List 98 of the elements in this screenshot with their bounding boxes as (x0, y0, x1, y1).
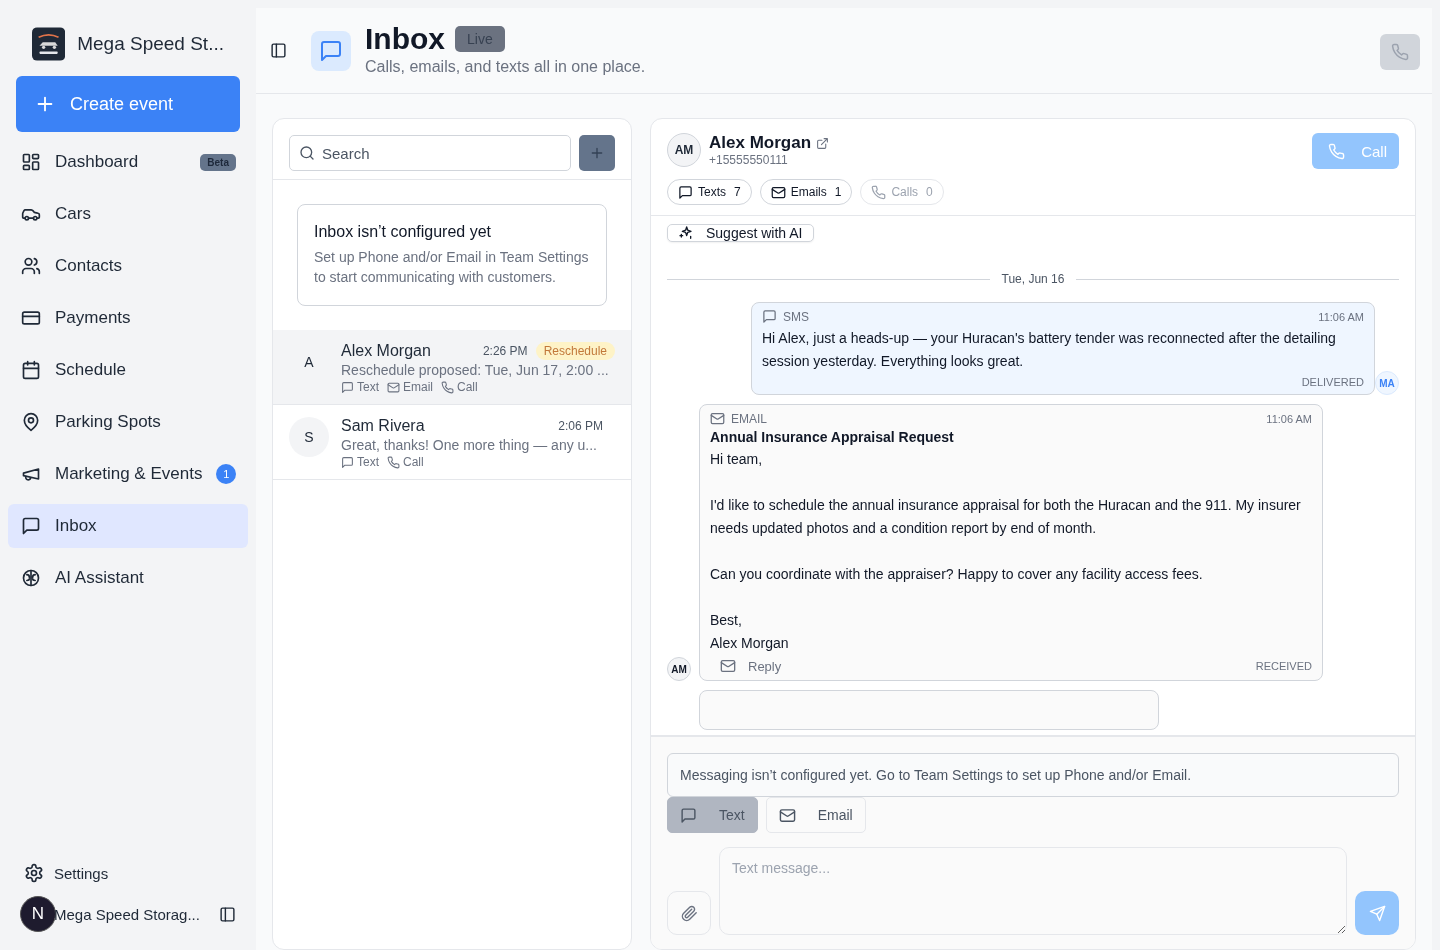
notice-text: Messaging isn’t configured yet. Go to Team Settings to set up Phone and/or Email. (667, 753, 1399, 797)
map-pin-icon (21, 412, 41, 432)
channel-label: Call (403, 455, 424, 469)
nav-item[interactable]: AI Assistant (8, 556, 248, 600)
envelope-icon (710, 411, 725, 426)
add-button[interactable] (579, 135, 615, 171)
search-field[interactable]: Search (289, 135, 571, 171)
nav-item[interactable]: Marketing & Events 1 (8, 452, 248, 496)
chat-bubble-icon (341, 455, 354, 469)
chat-bubble-icon (341, 380, 354, 394)
search-icon (299, 145, 315, 161)
message-preview: Great, thanks! One more thing — any u... (341, 437, 598, 453)
send-icon (1368, 904, 1386, 922)
page-title: Inbox (365, 21, 445, 56)
nav-item[interactable]: Dashboard Beta (8, 140, 248, 184)
calendar-icon (21, 360, 41, 380)
avatar: MA (1375, 371, 1399, 395)
channel-label: Text (357, 380, 379, 394)
suggest-ai-button[interactable]: Suggest with AI (667, 224, 814, 242)
phone-icon (871, 184, 887, 200)
channel-tab[interactable]: Email (765, 797, 866, 833)
logo-icon (32, 24, 66, 64)
chat-bubble-icon (21, 516, 41, 536)
notice-title: Inbox isn’t configured yet (314, 223, 492, 241)
conversation-time: 2:06 PM (558, 419, 603, 433)
paperclip-icon (680, 904, 698, 922)
conversation-time: 2:26 PM (482, 344, 528, 358)
chat-bubble-icon (678, 184, 693, 200)
phone-icon (1328, 142, 1346, 160)
nav-item[interactable]: Payments (8, 296, 248, 340)
beta-tag: Beta (200, 153, 236, 171)
message-field[interactable]: Text message... (719, 847, 1347, 935)
brand-name: Mega Speed St... (77, 33, 224, 55)
message-status: RECEIVED (1255, 660, 1312, 672)
contact-name: Alex Morgan (341, 342, 432, 360)
channel-filter[interactable]: Emails 1 (759, 179, 853, 205)
send-button[interactable] (1355, 891, 1399, 935)
nav-item[interactable]: Contacts (8, 244, 248, 288)
email-subject: Annual Insurance Appraisal Request (710, 429, 955, 445)
channel-label: Email (403, 380, 434, 394)
settings-link[interactable]: Settings (8, 858, 248, 888)
date-divider: Tue, Jun 16 (1001, 272, 1065, 286)
settings-icon (24, 863, 44, 883)
phone-icon (1391, 43, 1409, 61)
email-paragraph: Hi team, (710, 450, 764, 469)
message-status: DELIVERED (1301, 376, 1364, 388)
phone-icon (387, 455, 400, 469)
reply-button[interactable]: Reply (710, 658, 792, 674)
notice-text: Set up Phone and/or Email in Team Settings to start communicating with customers. (314, 248, 590, 287)
account-avatar[interactable]: N (20, 896, 56, 932)
external-link-icon (816, 136, 830, 150)
dashboard-icon (21, 152, 41, 172)
credit-card-icon (21, 308, 41, 328)
status-tag: Reschedule (535, 342, 615, 360)
contact-name: Sam Rivera (341, 417, 426, 435)
envelope-icon (778, 806, 796, 824)
conversation-item[interactable]: S Sam Rivera 2:06 PM Great, thanks! One more thing — any u... Text Call (273, 405, 631, 480)
nav-item[interactable]: Schedule (8, 348, 248, 392)
chat-bubble-icon (762, 309, 777, 324)
envelope-icon (387, 380, 400, 394)
avatar: S (289, 417, 329, 457)
envelope-icon (770, 184, 786, 200)
sidebar-toggle-icon (270, 42, 287, 59)
email-paragraph: I'd like to schedule the annual insurance appraisal for both the Huracan and the 911. My insurer needs updated photos and a condition report by end of month. (710, 496, 1302, 538)
chat-bubble-icon (311, 30, 351, 71)
contact-name: Alex Morgan (709, 133, 812, 153)
email-paragraph: Best, Alex Morgan (710, 611, 790, 653)
notification-count: 1 (216, 464, 236, 484)
phone-number: +15555550111 (709, 153, 789, 167)
message-type: EMAIL (731, 411, 768, 426)
sidebar-toggle-icon (219, 905, 236, 923)
conversation-item[interactable]: A Alex Morgan 2:26 PM Reschedule Reschedule proposed: Tue, Jun 17, 2:00 ... Text Email Call (273, 330, 631, 405)
phone-icon (441, 380, 455, 394)
message-time: 11:06 AM (1318, 310, 1364, 323)
people-icon (21, 256, 41, 276)
envelope-icon (720, 658, 736, 674)
create-event-button[interactable]: Create event (16, 76, 240, 132)
nav-item[interactable]: Inbox (8, 504, 248, 548)
channel-tab[interactable]: Text (667, 797, 758, 833)
nav-item[interactable]: Parking Spots (8, 400, 248, 444)
message-preview: Reschedule proposed: Tue, Jun 17, 2:00 ... (341, 362, 610, 378)
chat-bubble-icon (680, 806, 697, 824)
channel-label: Call (457, 380, 478, 394)
plus-icon (589, 145, 605, 161)
message-text: Hi Alex, just a heads-up — your Huracan's battery tender was reconnected after the detailing session yesterday. Everything looks great. (762, 329, 1337, 371)
message-type: SMS (783, 309, 810, 324)
phone-button[interactable] (1380, 34, 1420, 70)
avatar: AM (667, 657, 691, 681)
account-name: Mega Speed Storag... (54, 905, 201, 923)
nav-item[interactable]: Cars (8, 192, 248, 236)
sparkles-icon (678, 225, 694, 241)
channel-label: Text (357, 455, 379, 469)
avatar: AM (667, 133, 701, 167)
email-paragraph: Can you coordinate with the appraiser? Happy to cover any facility access fees. (710, 565, 1204, 584)
attach-button[interactable] (667, 891, 711, 935)
channel-filter[interactable]: Texts 7 (667, 179, 752, 205)
page-subtitle: Calls, emails, and texts all in one place. (365, 57, 647, 76)
message-time: 11:06 AM (1266, 412, 1312, 425)
